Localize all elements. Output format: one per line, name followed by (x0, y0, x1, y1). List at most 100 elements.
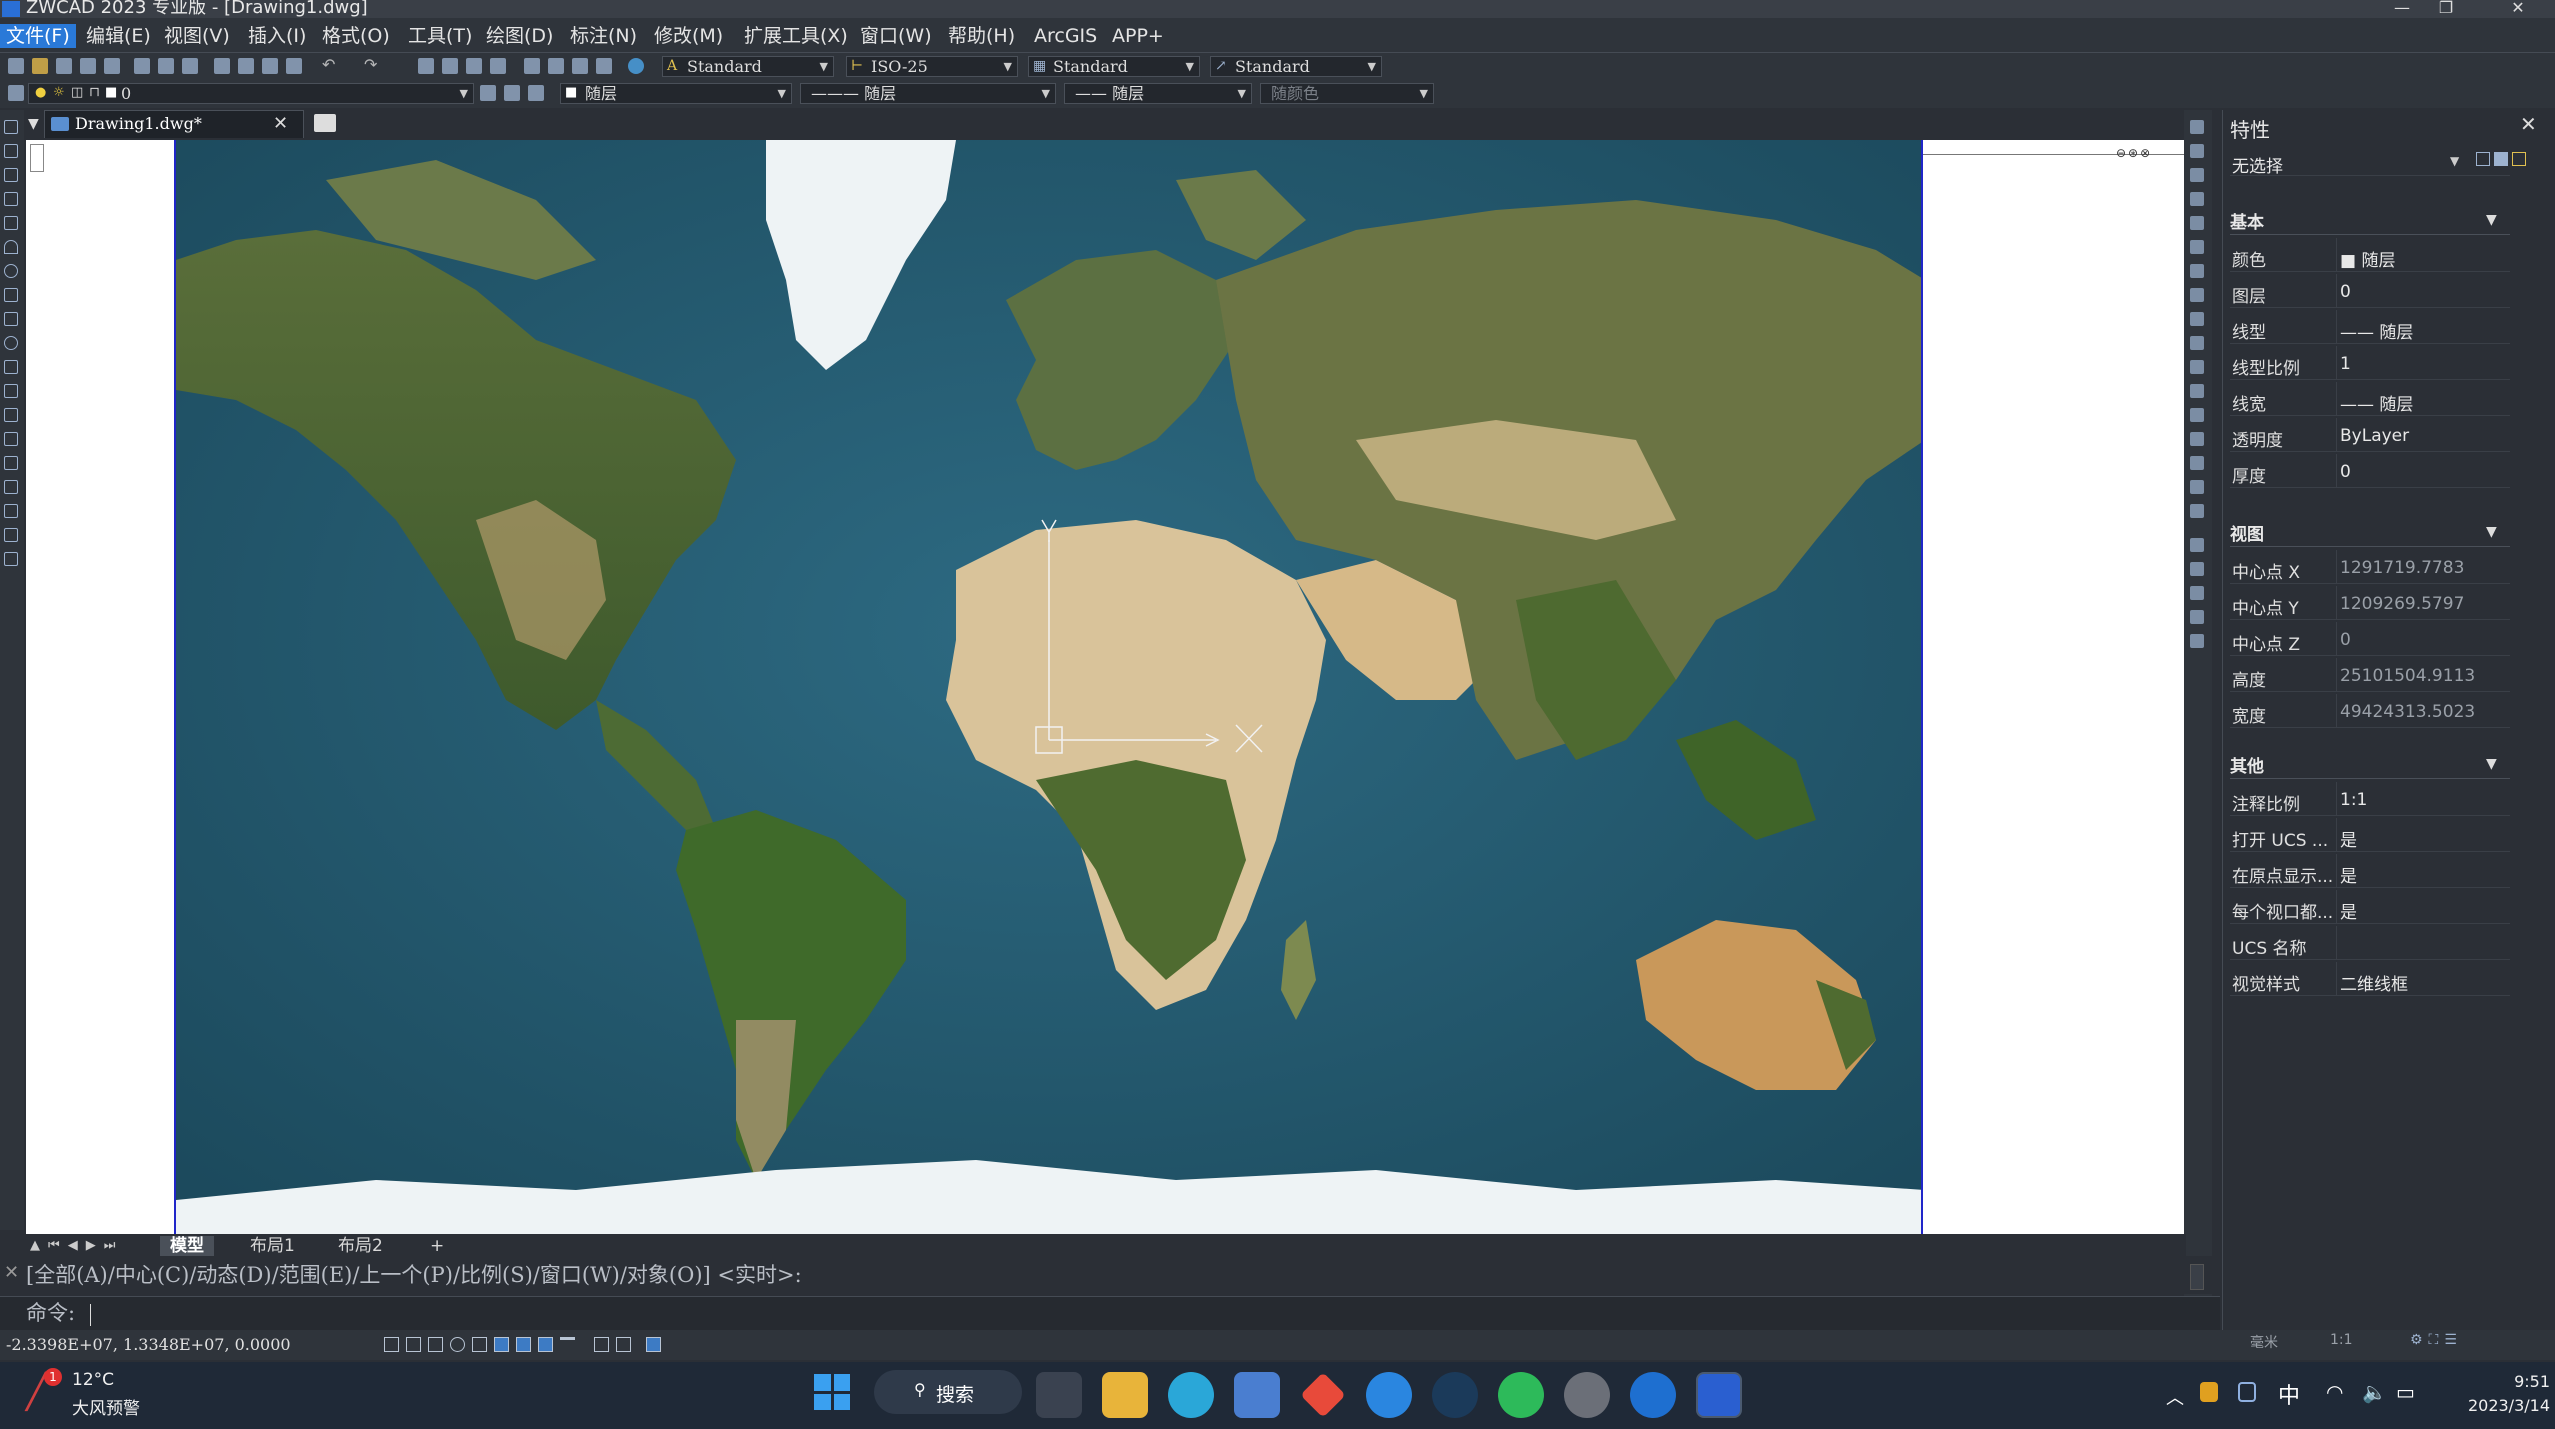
design-center-icon[interactable] (548, 58, 564, 74)
paste-icon[interactable] (262, 58, 278, 74)
plot-icon[interactable] (182, 58, 198, 74)
tab-layout2[interactable]: 布局2 (328, 1236, 393, 1256)
tab-layout1[interactable]: 布局1 (240, 1236, 305, 1256)
property-row[interactable]: 中心点 Z 0 (2230, 622, 2510, 656)
match-properties-icon[interactable] (286, 58, 302, 74)
undo-icon[interactable]: ↶ (322, 57, 338, 74)
quick-properties-icon[interactable] (616, 1337, 631, 1352)
menu-format[interactable]: 格式(O) (316, 24, 396, 48)
text-style-select[interactable]: A Standard ▼ (662, 56, 834, 77)
fillet-icon[interactable] (2190, 456, 2204, 470)
chevron-down-icon[interactable]: ▼ (2486, 756, 2497, 772)
command-scrollbar[interactable] (2190, 1264, 2204, 1290)
section-header[interactable]: 其他 (2230, 752, 2264, 777)
clock[interactable]: 9:51 2023/3/14 (2450, 1370, 2550, 1418)
volume-icon[interactable]: 🔈 (2362, 1380, 2387, 1404)
security-shield-icon[interactable] (2238, 1382, 2256, 1402)
zoom-realtime-icon[interactable] (442, 58, 458, 74)
mirror-icon[interactable] (2190, 168, 2204, 182)
table-icon[interactable] (4, 528, 18, 542)
tab-model[interactable]: 模型 (160, 1236, 214, 1256)
ortho-toggle-icon[interactable] (428, 1337, 443, 1352)
tray-chevron-icon[interactable]: ︿ (2166, 1384, 2184, 1410)
arc-icon[interactable] (4, 240, 18, 254)
sheet-set-icon[interactable] (596, 58, 612, 74)
command-input[interactable]: 命令: (0, 1296, 2220, 1330)
ellipse-arc-icon[interactable] (4, 360, 18, 374)
select-objects-icon[interactable] (2494, 152, 2508, 166)
viewport-controls-icon[interactable]: ⊖⊛⊗ (2116, 146, 2152, 160)
point-icon[interactable] (4, 432, 18, 446)
trim-icon[interactable] (2190, 336, 2204, 350)
search-app-icon[interactable] (1432, 1372, 1478, 1418)
menu-tools[interactable]: 工具(T) (402, 24, 478, 48)
new-file-icon[interactable] (8, 58, 24, 74)
property-row[interactable]: 宽度 49424313.5023 (2230, 694, 2510, 728)
property-row[interactable]: UCS 名称 (2230, 926, 2510, 960)
dim-style-select[interactable]: ⊢ ISO-25 ▼ (846, 56, 1018, 77)
toggle-pickadd-icon[interactable] (2476, 152, 2490, 166)
zwcad-taskbar-icon[interactable] (1696, 1372, 1742, 1418)
menu-modify[interactable]: 修改(M) (648, 24, 729, 48)
ime-indicator[interactable]: 中 (2278, 1378, 2300, 1410)
construction-line-icon[interactable] (4, 144, 18, 158)
ellipse-icon[interactable] (4, 336, 18, 350)
layer-previous-icon[interactable] (504, 85, 520, 101)
help-app-icon[interactable] (1366, 1372, 1412, 1418)
store-icon[interactable] (1234, 1372, 1280, 1418)
polygon-icon[interactable] (4, 192, 18, 206)
menu-app-plus[interactable]: APP+ (1106, 24, 1170, 48)
lineweight-select[interactable]: —— 随层 ▼ (1064, 83, 1252, 104)
rectangle-icon[interactable] (4, 216, 18, 230)
layer-manager-icon[interactable] (8, 85, 24, 101)
property-row[interactable]: 图层 0 (2230, 274, 2510, 308)
copy-object-icon[interactable] (2190, 144, 2204, 158)
publish-icon[interactable] (104, 58, 120, 74)
selection-cycling-icon[interactable] (646, 1337, 661, 1352)
save-as-icon[interactable] (80, 58, 96, 74)
explode-icon[interactable] (2190, 480, 2204, 494)
property-row[interactable]: 注释比例 1:1 (2230, 782, 2510, 816)
otrack-toggle-icon[interactable] (494, 1337, 509, 1352)
menu-edit[interactable]: 编辑(E) (80, 24, 157, 48)
section-header[interactable]: 基本 (2230, 208, 2264, 233)
polyline-icon[interactable] (4, 168, 18, 182)
sogou-icon[interactable] (1630, 1372, 1676, 1418)
save-icon[interactable] (56, 58, 72, 74)
menu-view[interactable]: 视图(V) (158, 24, 236, 48)
layer-states-icon[interactable] (528, 85, 544, 101)
zoom-window-icon[interactable] (466, 58, 482, 74)
property-row[interactable]: 高度 25101504.9113 (2230, 658, 2510, 692)
property-row[interactable]: 中心点 Y 1209269.5797 (2230, 586, 2510, 620)
wifi-icon[interactable]: ◠ (2326, 1380, 2343, 1404)
new-tab-icon[interactable] (314, 114, 336, 132)
menu-window[interactable]: 窗口(W) (854, 24, 938, 48)
status-tray-icons[interactable]: ⚙⛶☰ (2410, 1332, 2463, 1348)
layout-nav-arrows-icon[interactable]: ▲⏮◀▶⏭ (30, 1238, 123, 1253)
menu-draw[interactable]: 绘图(D) (480, 24, 559, 48)
make-current-layer-icon[interactable] (480, 85, 496, 101)
property-row[interactable]: 每个视口都... 是 (2230, 890, 2510, 924)
chamfer-icon[interactable] (2190, 432, 2204, 446)
file-explorer-icon[interactable] (1102, 1372, 1148, 1418)
linetype-select[interactable]: ——— 随层 ▼ (800, 83, 1056, 104)
redo-icon[interactable]: ↷ (364, 57, 380, 74)
hatch-icon[interactable] (4, 456, 18, 470)
add-layout-button[interactable]: + (420, 1236, 454, 1256)
start-button[interactable] (814, 1374, 850, 1410)
send-under-icon[interactable] (2190, 610, 2204, 624)
rotate-icon[interactable] (2190, 264, 2204, 278)
print-preview-icon[interactable] (158, 58, 174, 74)
polar-toggle-icon[interactable] (450, 1337, 465, 1352)
ducs-toggle-icon[interactable] (516, 1337, 531, 1352)
chevron-down-icon[interactable]: ▼ (2486, 212, 2497, 228)
chevron-down-icon[interactable]: ▼ (2486, 524, 2497, 540)
transparency-toggle-icon[interactable] (594, 1337, 609, 1352)
multiline-text-icon[interactable] (4, 552, 18, 566)
menu-insert[interactable]: 插入(I) (242, 24, 312, 48)
insert-block-icon[interactable] (4, 384, 18, 398)
quick-select-icon[interactable] (2512, 152, 2526, 166)
snap-toggle-icon[interactable] (384, 1337, 399, 1352)
property-row[interactable]: 视觉样式 二维线框 (2230, 962, 2510, 996)
circle-icon[interactable] (4, 264, 18, 278)
